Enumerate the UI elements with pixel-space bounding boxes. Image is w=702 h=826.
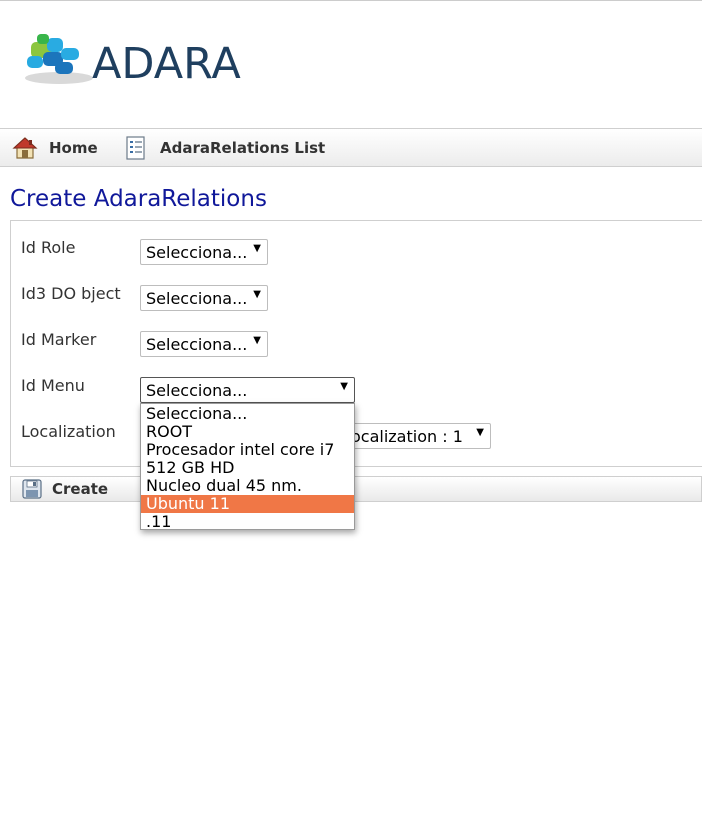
- field-label-id-menu: Id Menu: [21, 376, 85, 395]
- nav-list-link[interactable]: AdaraRelations List: [123, 129, 325, 167]
- top-divider: [0, 0, 702, 1]
- id3-dobject-select-value: Selecciona...: [146, 289, 248, 308]
- id-role-select[interactable]: Selecciona... ▼: [140, 239, 268, 265]
- form-button-bar: Create: [10, 476, 702, 502]
- dropdown-arrow-icon: ▼: [253, 289, 261, 300]
- dropdown-arrow-icon: ▼: [476, 427, 484, 438]
- dropdown-arrow-icon: ▼: [340, 381, 348, 392]
- navigation-bar: Home AdaraRelations List: [0, 128, 702, 167]
- dropdown-arrow-icon: ▼: [253, 243, 261, 254]
- option-512gb[interactable]: 512 GB HD: [141, 459, 354, 477]
- save-icon: [22, 479, 42, 499]
- id-menu-select-value: Selecciona...: [146, 381, 248, 400]
- field-label-id3-dobject: Id3 DO bject: [21, 284, 121, 303]
- id-role-select-value: Selecciona...: [146, 243, 248, 262]
- create-button[interactable]: Create: [21, 477, 108, 501]
- id3-dobject-select[interactable]: Selecciona... ▼: [140, 285, 268, 311]
- localization-select-value: ocalization : 1: [351, 427, 463, 446]
- option-root[interactable]: ROOT: [141, 423, 354, 441]
- field-label-localization: Localization: [21, 422, 116, 441]
- list-document-icon: [126, 136, 145, 160]
- option-procesador[interactable]: Procesador intel core i7: [141, 441, 354, 459]
- id-menu-options-list: Selecciona... ROOT Procesador intel core…: [140, 403, 355, 531]
- id-marker-select-value: Selecciona...: [146, 335, 248, 354]
- id-marker-select[interactable]: Selecciona... ▼: [140, 331, 268, 357]
- nav-home-label: Home: [49, 139, 98, 157]
- dropdown-arrow-icon: ▼: [253, 335, 261, 346]
- option-ubuntu-11[interactable]: Ubuntu 11: [141, 495, 354, 513]
- nav-list-label: AdaraRelations List: [160, 139, 326, 157]
- page: ADARA Home AdaraRelations List Create Ad…: [0, 0, 702, 826]
- id-menu-select[interactable]: Selecciona... ▼: [140, 377, 355, 403]
- option-selecciona[interactable]: Selecciona...: [141, 405, 354, 423]
- field-label-id-marker: Id Marker: [21, 330, 97, 349]
- localization-select[interactable]: ocalization : 1 ▼: [341, 423, 491, 449]
- option-nucleo-dual[interactable]: Nucleo dual 45 nm.: [141, 477, 354, 495]
- option-dot-11[interactable]: .11: [141, 513, 354, 531]
- adara-logo-mark-icon: [25, 34, 93, 84]
- field-label-id-role: Id Role: [21, 238, 76, 257]
- create-button-label: Create: [52, 480, 109, 498]
- house-icon: [12, 137, 38, 159]
- logo-text: ADARA: [92, 39, 241, 89]
- nav-home-link[interactable]: Home: [12, 129, 98, 167]
- page-title: Create AdaraRelations: [10, 186, 267, 212]
